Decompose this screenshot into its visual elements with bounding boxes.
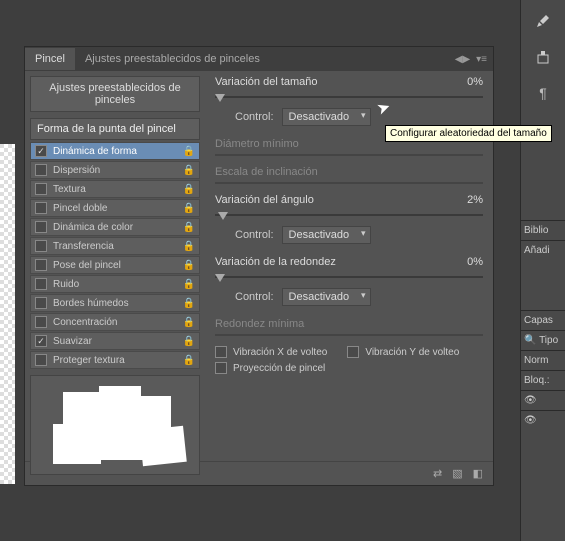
option-label: Concentración	[53, 317, 183, 328]
size-control-select[interactable]: Desactivado	[282, 108, 371, 126]
panel-bloq: Bloq.:	[520, 370, 565, 390]
option-checkbox[interactable]	[35, 259, 47, 271]
roundness-jitter-slider[interactable]	[215, 272, 483, 282]
min-diameter-slider	[215, 154, 483, 156]
option-checkbox[interactable]	[35, 297, 47, 309]
visibility-eye-1[interactable]: 👁	[520, 390, 565, 410]
option-checkbox[interactable]	[35, 316, 47, 328]
roundness-jitter-label: Variación de la redondez	[215, 256, 336, 268]
option-checkbox[interactable]: ✓	[35, 145, 47, 157]
brush-panel: Pincel Ajustes preestablecidos de pincel…	[24, 46, 494, 486]
flip-y-checkbox[interactable]: Vibración Y de volteo	[347, 346, 459, 358]
control-label-2: Control:	[235, 229, 274, 241]
option-checkbox[interactable]	[35, 164, 47, 176]
option-checkbox[interactable]	[35, 240, 47, 252]
lock-icon[interactable]: 🔒	[183, 165, 195, 176]
size-jitter-slider[interactable]	[215, 92, 483, 102]
brush-option-row[interactable]: Dinámica de color🔒	[30, 218, 200, 236]
visibility-eye-2[interactable]: 👁	[520, 410, 565, 430]
brush-projection-checkbox[interactable]: Proyección de pincel	[215, 362, 483, 374]
angle-jitter-slider[interactable]	[215, 210, 483, 220]
option-checkbox[interactable]	[35, 221, 47, 233]
brush-option-row[interactable]: Dispersión🔒	[30, 161, 200, 179]
brush-option-row[interactable]: Concentración🔒	[30, 313, 200, 331]
paragraph-tool-icon[interactable]: ¶	[528, 78, 558, 108]
option-label: Transferencia	[53, 241, 183, 252]
tooltip: Configurar aleatoriedad del tamaño	[385, 125, 552, 142]
brush-option-row[interactable]: ✓ Suavizar🔒	[30, 332, 200, 350]
lock-icon[interactable]: 🔒	[183, 203, 195, 214]
option-label: Dinámica de color	[53, 222, 183, 233]
tab-presets[interactable]: Ajustes preestablecidos de pinceles	[75, 48, 270, 70]
new-preset-icon[interactable]: ▧	[452, 467, 462, 480]
toggle-preview-icon[interactable]: ⇄	[433, 467, 442, 480]
control-label-1: Control:	[235, 111, 274, 123]
option-label: Ruido	[53, 279, 183, 290]
lock-icon[interactable]: 🔒	[183, 355, 195, 366]
roundness-control-select[interactable]: Desactivado	[282, 288, 371, 306]
create-brush-icon[interactable]: ◧	[473, 467, 483, 480]
lock-icon[interactable]: 🔒	[183, 336, 195, 347]
panel-biblio[interactable]: Biblio	[520, 220, 565, 240]
lock-icon[interactable]: 🔒	[183, 260, 195, 271]
flip-x-checkbox[interactable]: Vibración X de volteo	[215, 346, 327, 358]
min-roundness-slider	[215, 334, 483, 336]
angle-control-select[interactable]: Desactivado	[282, 226, 371, 244]
lock-icon[interactable]: 🔒	[183, 298, 195, 309]
brush-option-row[interactable]: Proteger textura🔒	[30, 351, 200, 369]
brush-options-list: Ajustes preestablecidos de pinceles Form…	[25, 71, 205, 461]
option-checkbox[interactable]	[35, 354, 47, 366]
option-checkbox[interactable]: ✓	[35, 335, 47, 347]
panel-menu-icon[interactable]: ▾≡	[476, 54, 487, 65]
angle-jitter-value[interactable]: 2%	[467, 194, 483, 206]
canvas-transparency	[0, 144, 15, 484]
brush-option-row[interactable]: Ruido🔒	[30, 275, 200, 293]
brush-option-row[interactable]: Textura🔒	[30, 180, 200, 198]
option-label: Proteger textura	[53, 355, 183, 366]
panel-tipo[interactable]: 🔍 Tipo	[520, 330, 565, 350]
brush-tip-header[interactable]: Forma de la punta del pincel	[30, 118, 200, 140]
option-checkbox[interactable]	[35, 202, 47, 214]
angle-jitter-label: Variación del ángulo	[215, 194, 314, 206]
tilt-scale-slider	[215, 182, 483, 184]
size-jitter-value[interactable]: 0%	[467, 76, 483, 88]
tilt-scale-label: Escala de inclinación	[215, 166, 483, 178]
brush-option-row[interactable]: Pose del pincel🔒	[30, 256, 200, 274]
option-label: Dinámica de forma	[53, 146, 183, 157]
lock-icon[interactable]: 🔒	[183, 222, 195, 233]
size-jitter-label: Variación del tamaño	[215, 76, 318, 88]
panel-anadir[interactable]: Añadi	[520, 240, 565, 260]
right-toolbar: ¶ Biblio Añadi Capas 🔍 Tipo Norm Bloq.: …	[520, 0, 565, 541]
brush-presets-button[interactable]: Ajustes preestablecidos de pinceles	[30, 76, 200, 112]
brush-stroke-preview	[30, 375, 200, 475]
option-checkbox[interactable]	[35, 278, 47, 290]
clone-tool-icon[interactable]	[528, 42, 558, 72]
panel-capas[interactable]: Capas	[520, 310, 565, 330]
option-label: Bordes húmedos	[53, 298, 183, 309]
lock-icon[interactable]: 🔒	[183, 279, 195, 290]
option-label: Textura	[53, 184, 183, 195]
roundness-jitter-value[interactable]: 0%	[467, 256, 483, 268]
lock-icon[interactable]: 🔒	[183, 146, 195, 157]
min-roundness-label: Redondez mínima	[215, 318, 483, 330]
control-label-3: Control:	[235, 291, 274, 303]
tab-brush[interactable]: Pincel	[25, 48, 75, 70]
lock-icon[interactable]: 🔒	[183, 317, 195, 328]
brush-option-row[interactable]: Pincel doble🔒	[30, 199, 200, 217]
option-label: Pose del pincel	[53, 260, 183, 271]
brush-option-row[interactable]: ✓ Dinámica de forma🔒	[30, 142, 200, 160]
panel-norm[interactable]: Norm	[520, 350, 565, 370]
panel-tabs: Pincel Ajustes preestablecidos de pincel…	[25, 47, 493, 71]
brush-option-row[interactable]: Transferencia🔒	[30, 237, 200, 255]
lock-icon[interactable]: 🔒	[183, 184, 195, 195]
collapse-icon[interactable]: ◀▶	[455, 54, 470, 65]
option-label: Dispersión	[53, 165, 183, 176]
option-label: Suavizar	[53, 336, 183, 347]
brush-tool-icon[interactable]	[528, 6, 558, 36]
option-label: Pincel doble	[53, 203, 183, 214]
option-checkbox[interactable]	[35, 183, 47, 195]
lock-icon[interactable]: 🔒	[183, 241, 195, 252]
brush-option-row[interactable]: Bordes húmedos🔒	[30, 294, 200, 312]
